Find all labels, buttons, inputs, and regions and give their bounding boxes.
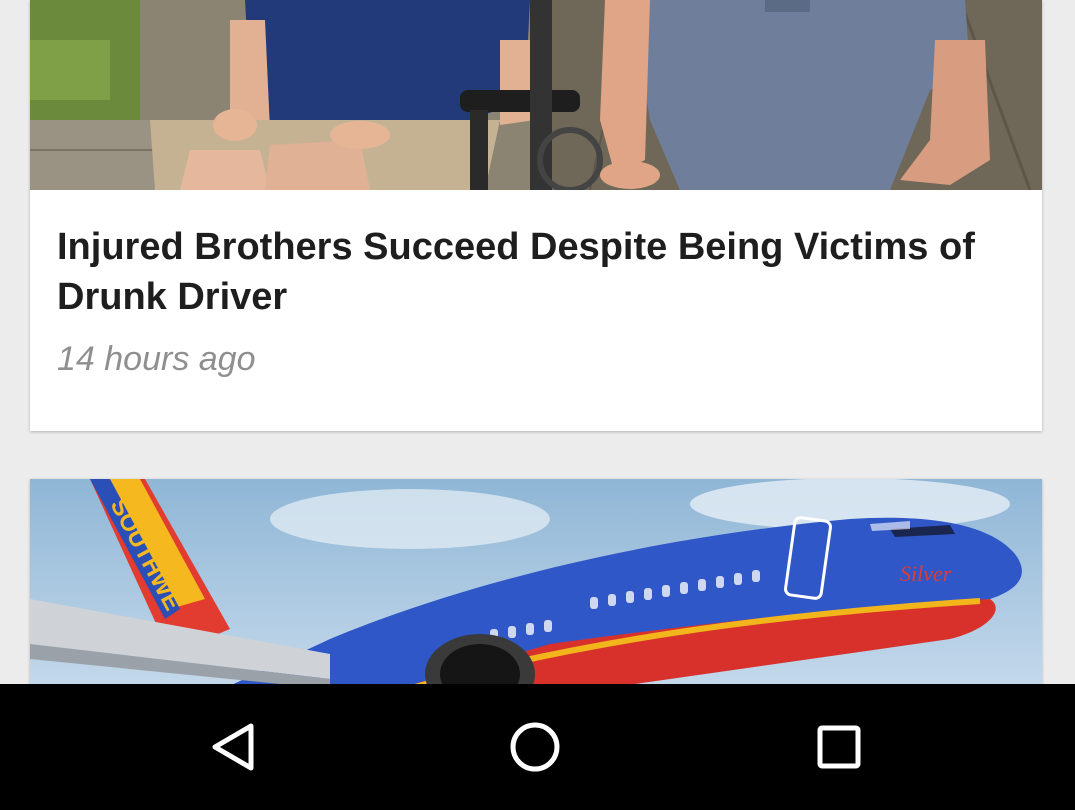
article-timestamp: 14 hours ago	[57, 340, 256, 378]
article-card[interactable]: Injured Brothers Succeed Despite Being V…	[30, 0, 1042, 431]
article-image[interactable]: SOUTHWE Silver	[30, 479, 1042, 684]
article-image[interactable]	[30, 0, 1042, 190]
home-button[interactable]	[500, 714, 570, 780]
nose-livery-text: Silver	[900, 561, 952, 586]
system-navigation-bar	[0, 684, 1075, 810]
news-feed: Injured Brothers Succeed Despite Being V…	[0, 0, 1075, 684]
recents-square-icon	[817, 725, 861, 769]
article-card[interactable]: SOUTHWE Silver	[30, 479, 1042, 684]
recents-button[interactable]	[804, 714, 874, 780]
home-circle-icon	[510, 722, 560, 772]
article-photo-two-men	[30, 0, 1042, 190]
article-title[interactable]: Injured Brothers Succeed Despite Being V…	[57, 222, 1022, 322]
back-triangle-icon	[212, 723, 254, 771]
back-button[interactable]	[198, 714, 268, 780]
article-photo-airplane: SOUTHWE Silver	[30, 479, 1042, 684]
